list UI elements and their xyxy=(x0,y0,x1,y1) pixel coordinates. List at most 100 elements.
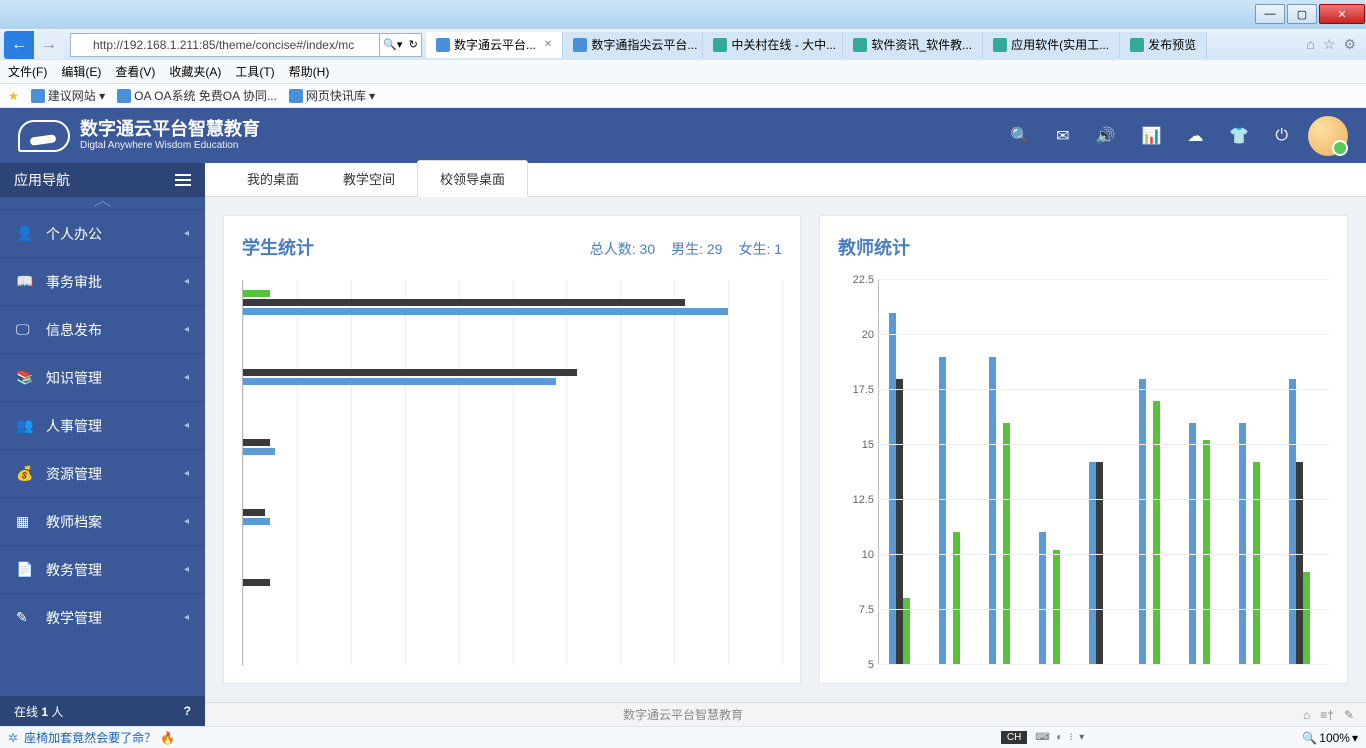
bar xyxy=(1096,462,1103,664)
sidebar-item[interactable]: 📄教务管理◂ xyxy=(0,545,205,593)
window-close-button[interactable]: ✕ xyxy=(1319,4,1365,24)
shirt-icon[interactable]: 👕 xyxy=(1229,126,1249,146)
help-icon[interactable]: ? xyxy=(184,704,191,718)
menu-item[interactable]: 帮助(H) xyxy=(289,63,330,80)
sidebar-item[interactable]: 👤个人办公◂ xyxy=(0,209,205,257)
bar xyxy=(1053,550,1060,664)
bar xyxy=(1289,379,1296,664)
content-tab[interactable]: 我的桌面 xyxy=(225,161,321,196)
sidebar-footer: 在线 1 人 ? xyxy=(0,696,205,726)
bar-segment xyxy=(243,509,265,516)
bookmark-item[interactable]: OA OA系统 免费OA 协同... xyxy=(117,87,277,104)
browser-navbar: ← → http://192.168.1.211:85/theme/concis… xyxy=(0,28,1366,60)
sidebar-item[interactable]: 💰资源管理◂ xyxy=(0,449,205,497)
sound-icon[interactable]: 🔊 xyxy=(1096,126,1116,146)
cloud-icon[interactable]: ☁ xyxy=(1187,126,1203,146)
bar xyxy=(1139,379,1146,664)
window-minimize-button[interactable]: — xyxy=(1255,4,1285,24)
teacher-panel-title: 教师统计 xyxy=(838,234,910,260)
home-icon[interactable]: ⌂ xyxy=(1306,36,1314,53)
chevron-left-icon: ◂ xyxy=(184,372,189,383)
gear-icon[interactable]: ⚙ xyxy=(1343,36,1356,53)
bar-segment xyxy=(243,369,577,376)
sidebar-item-label: 教务管理 xyxy=(46,560,102,580)
bar xyxy=(1303,572,1310,664)
browser-tab[interactable]: 软件资讯_软件教... xyxy=(843,32,983,58)
url-actions[interactable]: 🔍▾ ↻ xyxy=(380,33,422,57)
sidebar-item-label: 教学管理 xyxy=(46,608,102,628)
hamburger-icon[interactable] xyxy=(175,174,191,186)
user-icon: 👤 xyxy=(16,225,34,243)
sidebar-item-label: 个人办公 xyxy=(46,224,102,244)
footer-list-icon[interactable]: ≡† xyxy=(1320,708,1334,722)
sidebar-item[interactable]: ✎教学管理◂ xyxy=(0,593,205,641)
app-logo[interactable]: 数字通云平台智慧教育 Digtal Anywhere Wisdom Educat… xyxy=(18,120,260,152)
zoom-control[interactable]: 🔍 100% ▾ xyxy=(1302,731,1358,745)
mail-icon[interactable]: ✉ xyxy=(1056,126,1069,146)
menu-item[interactable]: 工具(T) xyxy=(235,63,274,80)
search-dropdown-icon[interactable]: 🔍▾ xyxy=(383,38,402,51)
menu-item[interactable]: 查看(V) xyxy=(115,63,155,80)
menu-item[interactable]: 编辑(E) xyxy=(61,63,101,80)
user-avatar[interactable] xyxy=(1308,116,1348,156)
browser-tab[interactable]: 中关村在线 - 大中... xyxy=(703,32,843,58)
menu-item[interactable]: 收藏夹(A) xyxy=(169,63,221,80)
content-tab[interactable]: 教学空间 xyxy=(321,161,417,196)
sitemap-icon[interactable]: 📊 xyxy=(1142,126,1162,146)
chevron-left-icon: ◂ xyxy=(184,516,189,527)
browser-tab[interactable]: 发布预览 xyxy=(1120,32,1207,58)
favorites-star-icon[interactable]: ★ xyxy=(8,89,19,103)
sidebar-item[interactable]: 📚 知识管理 ◂ xyxy=(0,353,205,401)
nav-forward-button[interactable]: → xyxy=(34,31,64,59)
star-icon[interactable]: ☆ xyxy=(1323,36,1336,53)
sidebar-item[interactable]: 📖事务审批◂ xyxy=(0,257,205,305)
menu-item[interactable]: 文件(F) xyxy=(8,63,47,80)
grid-icon: ▦ xyxy=(16,513,34,531)
chevron-left-icon: ◂ xyxy=(184,276,189,287)
power-icon[interactable]: ⏻ xyxy=(1275,127,1288,145)
teacher-stats-panel: 教师统计 57.51012.51517.52022.5 xyxy=(819,215,1348,684)
cloud-logo-icon xyxy=(18,120,70,152)
ime-icons[interactable]: ⌨ ◐ ⁝ ▾ xyxy=(1035,732,1086,743)
footer-home-icon[interactable]: ⌂ xyxy=(1303,708,1310,722)
bar xyxy=(1253,462,1260,664)
books-icon: 📚 xyxy=(16,369,34,387)
bar xyxy=(1089,462,1096,664)
bar-group xyxy=(1039,280,1060,664)
status-hotlink[interactable]: 座椅加套竟然会要了命？ xyxy=(24,729,156,746)
browser-menubar: 文件(F) 编辑(E) 查看(V) 收藏夹(A) 工具(T) 帮助(H) xyxy=(0,60,1366,84)
bookmark-item[interactable]: 建议网站 ▾ xyxy=(31,87,105,104)
sidebar: 应用导航 ︿ 👤个人办公◂📖事务审批◂🖵信息发布◂📚知识管理◂👥人事管理◂💰资源… xyxy=(0,163,205,726)
bar xyxy=(1153,401,1160,664)
copy-icon: 📄 xyxy=(16,561,34,579)
chevron-left-icon: ◂ xyxy=(184,324,189,335)
bar xyxy=(896,379,903,664)
browser-tab[interactable]: 数字通指尖云平台... xyxy=(563,32,703,58)
footer-feather-icon[interactable]: ✎ xyxy=(1344,708,1354,722)
url-input[interactable]: http://192.168.1.211:85/theme/concise#/i… xyxy=(70,33,380,57)
sidebar-item[interactable]: 👥人事管理◂ xyxy=(0,401,205,449)
window-maximize-button[interactable]: ▢ xyxy=(1287,4,1317,24)
bookmark-item[interactable]: 网页快讯库 ▾ xyxy=(289,87,375,104)
sidebar-item[interactable]: ▦教师档案◂ xyxy=(0,497,205,545)
search-icon[interactable]: 🔍 xyxy=(1010,126,1030,146)
content-area: 我的桌面教学空间校领导桌面 学生统计 总人数: 30 男生: 29 女生: 1 … xyxy=(205,163,1366,726)
browser-tab[interactable]: 数字通云平台...✕ xyxy=(426,32,563,58)
bar xyxy=(1203,440,1210,664)
browser-tab[interactable]: 应用软件(实用工... xyxy=(983,32,1120,58)
sidebar-collapse-icon[interactable]: ︿ xyxy=(0,197,205,209)
refresh-icon[interactable]: ↻ xyxy=(409,38,418,51)
nav-back-button[interactable]: ← xyxy=(4,31,34,59)
bar xyxy=(1003,423,1010,664)
sidebar-item-label: 事务审批 xyxy=(46,272,102,292)
sidebar-item-label: 信息发布 xyxy=(46,320,102,340)
online-status: 在线 1 人 xyxy=(14,703,63,720)
bar xyxy=(1189,423,1196,664)
content-tab[interactable]: 校领导桌面 xyxy=(417,160,528,197)
student-chart xyxy=(242,280,782,665)
sidebar-item-label: 知识管理 xyxy=(46,368,102,388)
sidebar-item-label: 人事管理 xyxy=(46,416,102,436)
sidebar-item-label: 资源管理 xyxy=(46,464,102,484)
ime-indicator[interactable]: CH xyxy=(1001,731,1027,744)
sidebar-item[interactable]: 🖵信息发布◂ xyxy=(0,305,205,353)
